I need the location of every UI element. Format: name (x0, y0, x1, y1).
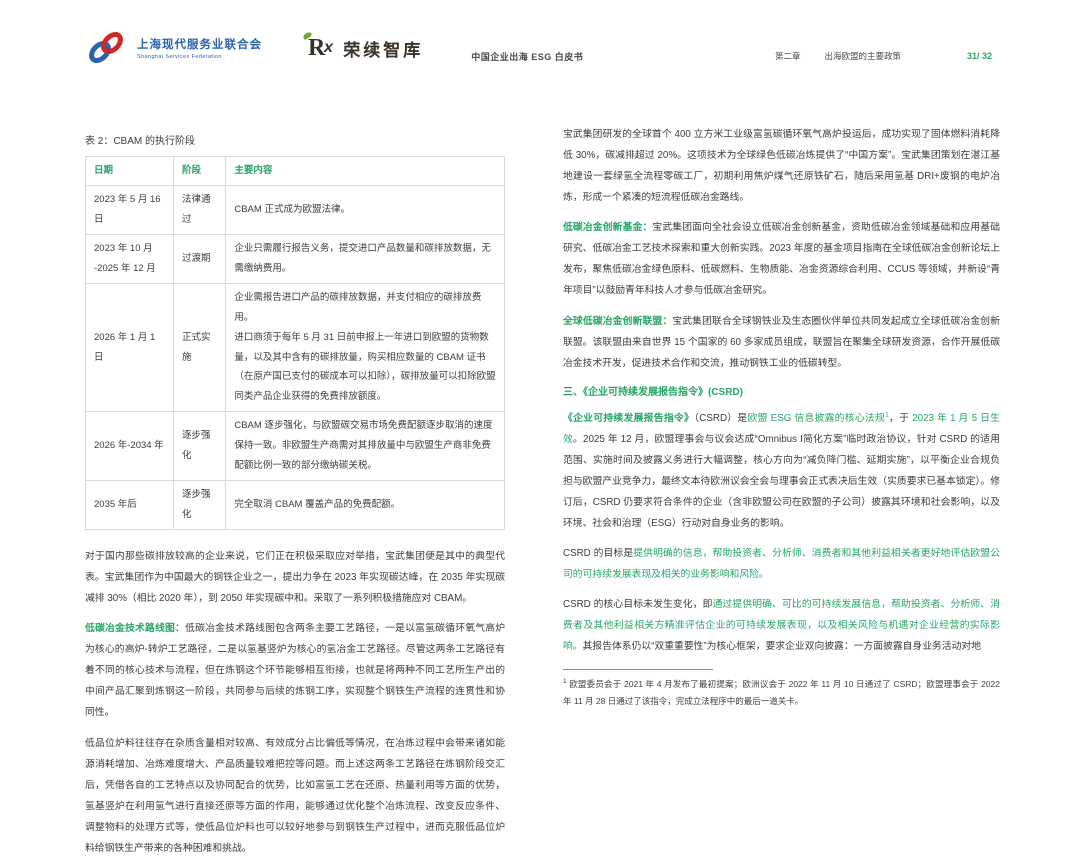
document-title: 中国企业出海 ESG 白皮书 (471, 51, 584, 62)
table-caption: 表 2：CBAM 的执行阶段 (85, 136, 196, 147)
chapter-label: 第二章 (774, 51, 801, 61)
table-cell: 完全取消 CBAM 覆盖产品的免费配额。 (225, 480, 505, 530)
table-cell: 正式实施 (172, 282, 227, 413)
left-column: 表 2：CBAM 的执行阶段 日期 阶段 主要内容 2023 年 5 月 16 日法… (85, 132, 505, 868)
paragraph: 《企业可持续发展报告指令》（CSRD）是欧盟 ESG 信息披露的核心法规1，于 … (563, 408, 1000, 534)
chapter-title: 出海欧盟的主要政策 (824, 51, 901, 61)
text-segment: 低碳冶金创新基金： (563, 222, 653, 234)
table-header-cell: 日期 (85, 156, 174, 186)
text-segment: 全球低碳冶金创新联盟： (563, 315, 673, 327)
table-row: 2026 年-2034 年逐步强化 CBAM 逐步强化，与欧盟碳交易市场免费配额逐… (85, 411, 505, 482)
text-segment: （CSRD）是 (694, 412, 748, 424)
right-column: 宝武集团研发的全球首个 400 立方米工业级富氢碳循环氧气高炉投运后，成功实现了… (563, 124, 1000, 710)
page-header: 上海现代服务业联合会 Shanghai Services Federation … (85, 24, 992, 72)
footnote-block: 1 欧盟委员会于 2021 年 4 月发布了最初提案；欧洲议会于 2022 年 … (563, 669, 1000, 709)
paragraph: 低碳冶金创新基金：宝武集团面向全社会设立低碳冶金创新基金，资助低碳冶金领域基础和… (563, 217, 1000, 301)
table-cell: 法律通过 (172, 184, 227, 235)
text-segment: CSRD 的目标是 (563, 548, 634, 560)
thinktank-logo: R x 荣续智库 (302, 31, 424, 61)
table-cell: 企业需报告进口产品的碳排放数据，并支付相应的碳排放费用。 进口商须于每年 5 月… (225, 282, 505, 413)
text-segment: 对于国内那些碳排放较高的企业来说，它们正在积极采取应对举措，宝武集团便是其中的典… (85, 551, 505, 605)
table-row: 2035 年后 逐步强化 完全取消 CBAM 覆盖产品的免费配额。 (85, 480, 505, 530)
paragraph: 宝武集团研发的全球首个 400 立方米工业级富氢碳循环氧气高炉投运后，成功实现了… (563, 124, 1000, 208)
text-segment: 欧盟委员会于 2021 年 4 月发布了最初提案；欧洲议会于 2022 年 11… (563, 679, 1000, 706)
paragraph: CSRD 的核心目标未发生变化，即通过提供明确、可比的可持续发展信息，帮助投资者… (563, 594, 1000, 657)
table-cell: 2035 年后 (85, 480, 174, 530)
table-cell: 2023 年 10 月 -2025 年 12 月 (85, 233, 174, 284)
text-segment: 低碳冶金技术路线图包含两条主要工艺路径，一是以富氢碳循环氧气高炉为核心的高炉-转… (85, 623, 506, 719)
text-segment: 宝武集团研发的全球首个 400 立方米工业级富氢碳循环氧气高炉投运后，成功实现了… (563, 129, 1000, 204)
text-segment: 其报告体系仍以“双重重要性”为核心框架，要求企业双向披露：一方面披露自身业务活动… (582, 641, 981, 653)
table-row: 2023 年 10 月 -2025 年 12 月过渡期 企业只需履行报告义务，提交… (85, 233, 505, 284)
footnote-rule (563, 669, 713, 671)
federation-name-en: Shanghai Services Federation (137, 54, 222, 60)
table-cell: 逐步强化 (172, 480, 227, 530)
paragraph: 全球低碳冶金创新联盟：宝武集团联合全球钢铁业及生态圈伙伴单位共同发起成立全球低碳… (563, 311, 1000, 374)
paragraph: 低碳冶金技术路线图：低碳冶金技术路线图包含两条主要工艺路径，一是以富氢碳循环氧气… (85, 618, 505, 723)
text-segment: 低碳冶金技术路线图： (85, 623, 186, 635)
paragraph: 对于国内那些碳排放较高的企业来说，它们正在积极采取应对举措，宝武集团便是其中的典… (85, 546, 505, 609)
text-segment: 低品位炉料往往存在杂质含量相对较高、有效成分占比偏低等情况，在冶炼过程中会带来诸… (85, 737, 505, 854)
table-cell: 过渡期 (172, 233, 227, 284)
section-heading-csrd: 三、《企业可持续发展报告指令》(CSRD) (563, 386, 743, 398)
federation-logo: 上海现代服务业联合会 Shanghai Services Federation (85, 28, 262, 68)
header-chapter-info: 第二章 出海欧盟的主要政策 31/ 32 (775, 50, 992, 62)
text-segment: CSRD 的核心目标未发生变化，即 (563, 599, 713, 611)
table-header-cell: 阶段 (172, 156, 227, 186)
table-header-row: 日期 阶段 主要内容 (85, 156, 505, 186)
table-cell: 2026 年-2034 年 (85, 411, 174, 482)
table-cell: 企业只需履行报告义务，提交进口产品数量和碳排放数据，无需缴纳费用。 (225, 233, 505, 284)
text-segment: 《企业可持续发展报告指令》 (563, 412, 695, 424)
table-cell: CBAM 正式成为欧盟法律。 (225, 184, 505, 235)
paragraph: CSRD 的目标是提供明确的信息，帮助投资者、分析师、消费者和其他利益相关者更好… (563, 543, 1000, 585)
table-cell: 2023 年 5 月 16 日 (85, 184, 174, 235)
federation-name: 上海现代服务业联合会 (137, 39, 262, 51)
table-cell: 逐步强化 (172, 411, 227, 482)
text-segment: 。2025 年 12 月，欧盟理事会与议会达成“Omnibus Ⅰ简化方案”临时… (563, 433, 1001, 529)
footnote-text: 1 欧盟委员会于 2021 年 4 月发布了最初提案；欧洲议会于 2022 年 … (563, 676, 1000, 709)
paragraph: 低品位炉料往往存在杂质含量相对较高、有效成分占比偏低等情况，在冶炼过程中会带来诸… (85, 733, 505, 859)
federation-infinity-icon (89, 32, 123, 63)
thinktank-name: 荣续智库 (343, 40, 424, 60)
text-segment: ，于 (888, 412, 913, 424)
rx-x-mark: x (322, 39, 336, 56)
table-row: 2023 年 5 月 16 日法律通过 CBAM 正式成为欧盟法律。 (85, 184, 505, 235)
text-segment: 宝武集团面向全社会设立低碳冶金创新基金，资助低碳冶金领域基础和应用基础研究、低碳… (563, 222, 1001, 297)
table-cell: 2026 年 1 月 1 日 (85, 282, 174, 413)
page-number: 31/ 32 (966, 51, 992, 61)
table-row: 2026 年 1 月 1 日正式实施 企业需报告进口产品的碳排放数据，并支付相应的… (85, 282, 505, 413)
text-segment: 欧盟 ESG 信息披露的核心法规 (747, 412, 886, 424)
cbam-phases-table: 日期 阶段 主要内容 2023 年 5 月 16 日法律通过 CBAM 正式成为欧盟法… (85, 156, 505, 530)
table-header-cell: 主要内容 (225, 156, 505, 186)
table-cell: CBAM 逐步强化，与欧盟碳交易市场免费配额逐步取消的速度保持一致。非欧盟生产商… (225, 411, 505, 482)
